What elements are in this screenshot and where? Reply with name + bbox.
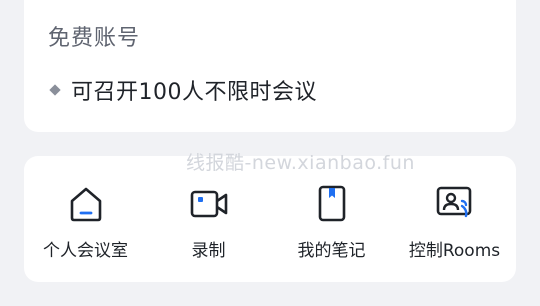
recording-button[interactable]: 录制 <box>147 184 270 261</box>
account-type-title: 免费账号 <box>48 26 141 51</box>
control-rooms-button[interactable]: 控制Rooms <box>393 184 516 261</box>
personal-meeting-room-label: 个人会议室 <box>43 241 128 261</box>
control-rooms-label: 控制Rooms <box>408 241 501 261</box>
rooms-control-icon <box>436 186 471 218</box>
personal-meeting-room-button[interactable]: 个人会议室 <box>24 184 147 261</box>
my-notes-label: 我的笔记 <box>297 241 366 261</box>
watermark-text: 线报酷-new.xianbao.fun <box>186 152 415 174</box>
diamond-bullet-icon <box>49 84 61 96</box>
video-camera-icon <box>190 190 227 218</box>
account-card: 免费账号 可召开100人不限时会议 <box>24 0 516 132</box>
quick-actions-row: 个人会议室 录制 我的笔记 控制Rooms <box>24 184 516 261</box>
notebook-icon <box>318 185 345 222</box>
recording-label: 录制 <box>191 241 226 261</box>
home-icon <box>70 187 101 222</box>
my-notes-button[interactable]: 我的笔记 <box>270 184 393 261</box>
feature-text: 可召开100人不限时会议 <box>71 80 317 105</box>
feature-item: 可召开100人不限时会议 <box>48 74 317 106</box>
